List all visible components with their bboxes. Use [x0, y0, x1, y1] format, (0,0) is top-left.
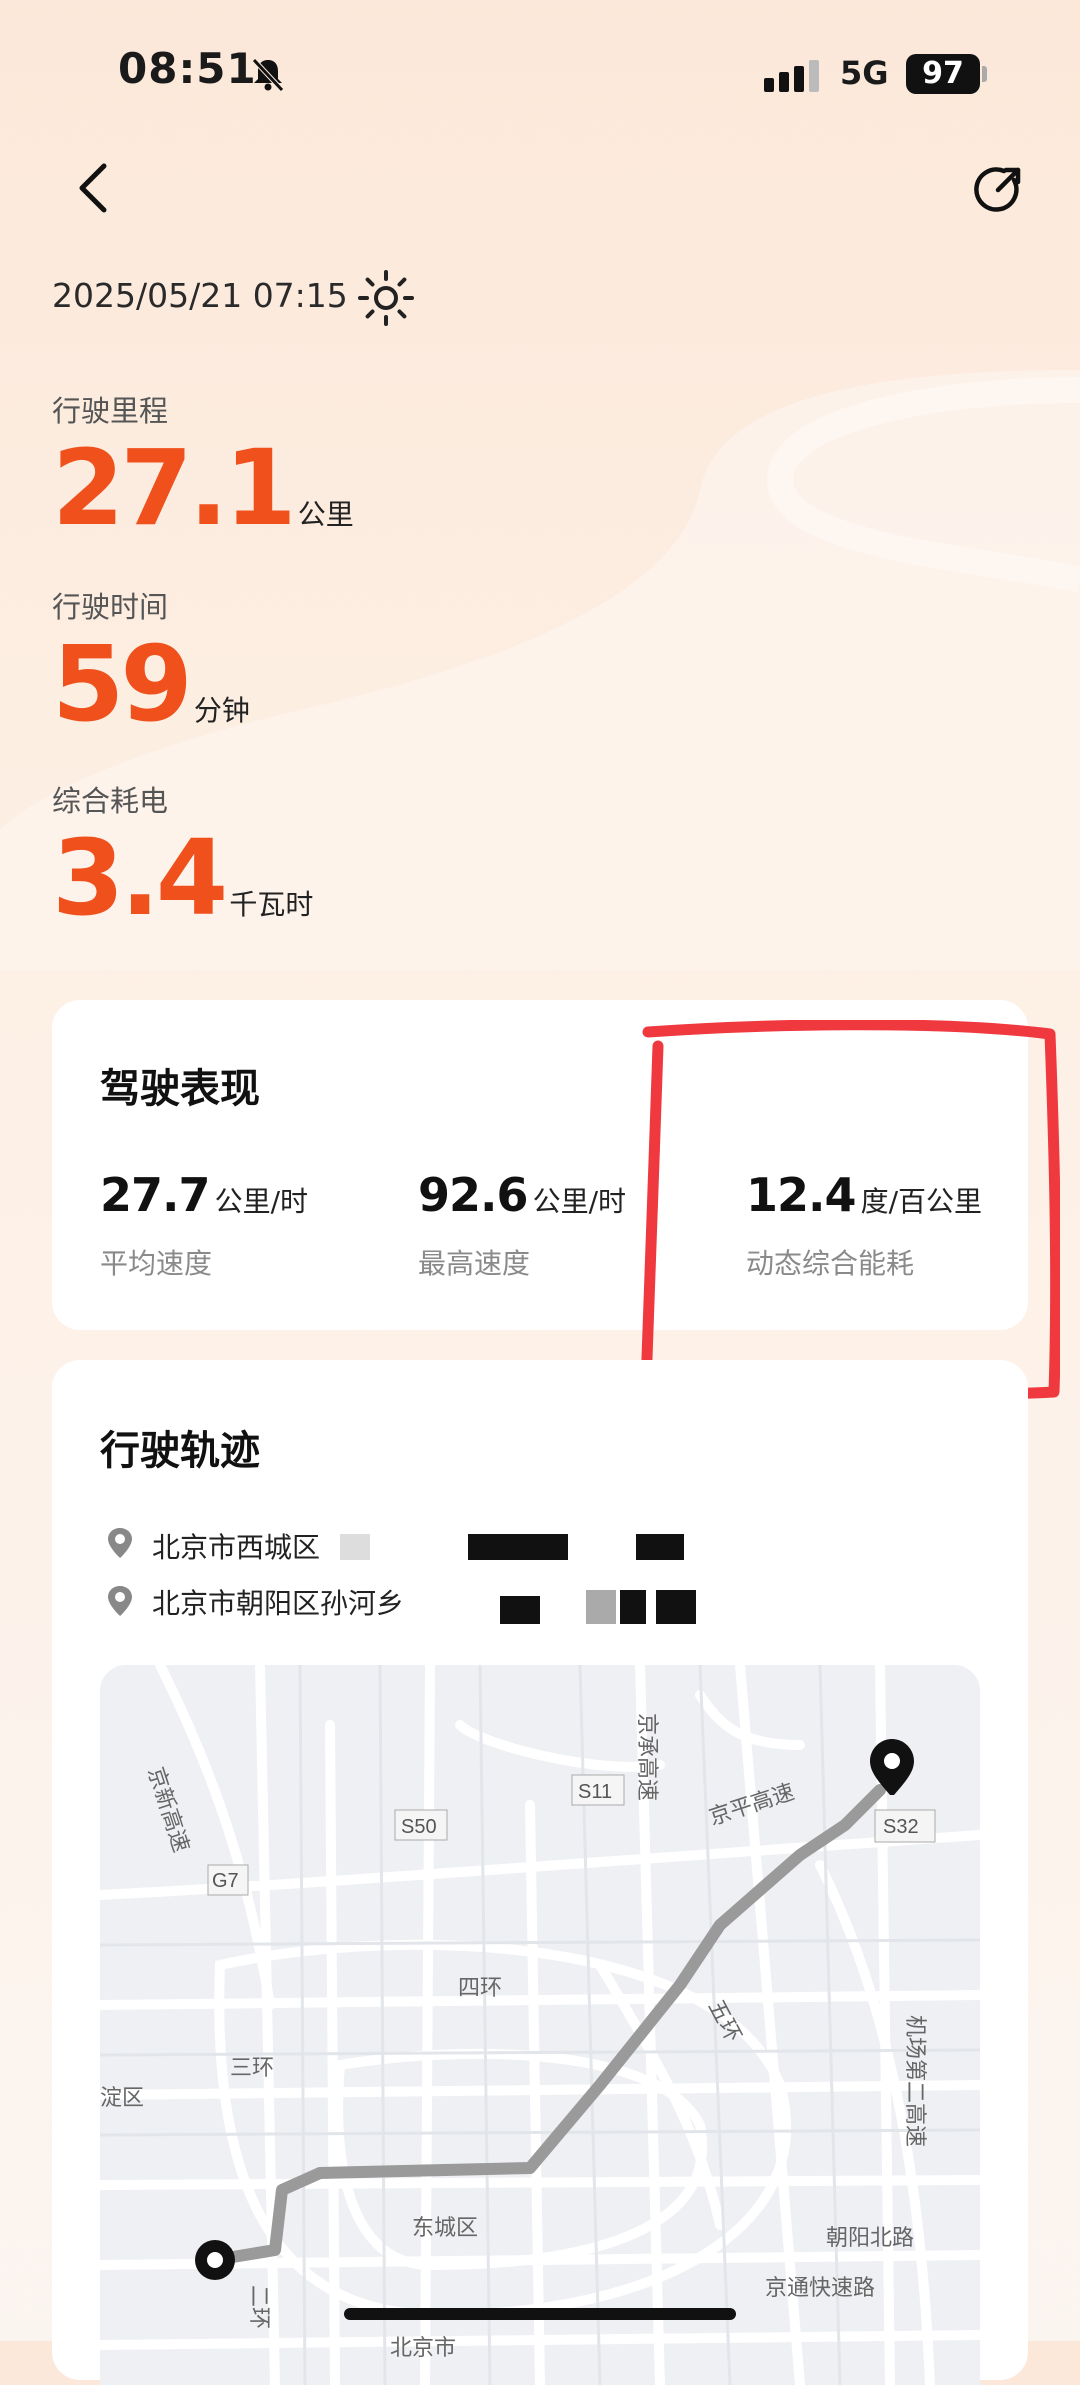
- max-speed-label: 最高速度: [418, 1247, 531, 1280]
- mileage-label: 行驶里程: [52, 394, 169, 428]
- energy-unit: 千瓦时: [229, 888, 314, 921]
- mileage-stat: 27.1 公里: [52, 436, 354, 540]
- map-label-sanhuan: 三环: [230, 2055, 274, 2080]
- redaction-block: [340, 1534, 370, 1560]
- map-label-s50: S50: [401, 1816, 437, 1838]
- mileage-value: 27.1: [52, 427, 297, 549]
- duration-stat: 59 分钟: [52, 632, 250, 736]
- map-label-jingtong: 京通快速路: [765, 2275, 875, 2300]
- max-speed-metric: 92.6 公里/时: [418, 1168, 626, 1222]
- map-label-airport2: 机场第二高速: [903, 2015, 928, 2147]
- network-type: 5G: [840, 54, 889, 92]
- map-label-s11: S11: [578, 1781, 612, 1803]
- back-icon[interactable]: [70, 160, 118, 216]
- energy-stat: 3.4 千瓦时: [52, 826, 313, 930]
- route-map[interactable]: G7 S50 S11 S32 四环 三环 淀区 东城区 朝阳北路 京通快速路 北…: [100, 1665, 980, 2385]
- energy-label: 综合耗电: [52, 784, 169, 818]
- map-label-beijing: 北京市: [390, 2335, 456, 2360]
- home-indicator[interactable]: [344, 2308, 736, 2320]
- share-icon[interactable]: [970, 162, 1026, 218]
- bell-muted-icon: [252, 58, 284, 92]
- max-speed-unit: 公里/时: [532, 1185, 627, 1218]
- end-address: 北京市朝阳区孙河乡: [152, 1587, 405, 1620]
- map-label-chaoyang-north: 朝阳北路: [826, 2225, 914, 2250]
- energy-value: 3.4: [52, 817, 228, 939]
- signal-icon: [764, 60, 819, 92]
- track-title: 行驶轨迹: [100, 1428, 260, 1474]
- map-label-erhuan: 二环: [247, 2285, 272, 2329]
- map-label-s32: S32: [883, 1816, 919, 1838]
- map-label-sihuan: 四环: [458, 1975, 502, 2000]
- battery-level: 97: [906, 54, 980, 94]
- duration-value: 59: [52, 623, 193, 745]
- avg-speed-metric: 27.7 公里/时: [100, 1168, 308, 1222]
- map-label-haidian: 淀区: [100, 2085, 144, 2110]
- status-time: 08:51: [118, 44, 257, 93]
- avg-speed-label: 平均速度: [100, 1247, 213, 1280]
- map-label-jingcheng: 京承高速: [635, 1713, 660, 1801]
- performance-title: 驾驶表现: [100, 1066, 260, 1112]
- duration-unit: 分钟: [193, 694, 250, 727]
- start-location-pin-icon: [108, 1528, 132, 1558]
- redaction-block: [468, 1534, 568, 1560]
- start-address: 北京市西城区: [152, 1531, 321, 1564]
- end-location-pin-icon: [108, 1586, 132, 1616]
- max-speed-value: 92.6: [418, 1168, 528, 1222]
- mileage-unit: 公里: [297, 498, 354, 531]
- red-annotation-box: [640, 1020, 1060, 1400]
- sun-icon: [358, 270, 414, 326]
- duration-label: 行驶时间: [52, 590, 169, 624]
- map-label-g7: G7: [212, 1870, 239, 1892]
- avg-speed-unit: 公里/时: [214, 1185, 309, 1218]
- redaction-block: [636, 1534, 684, 1560]
- redaction-block: [490, 1590, 720, 1624]
- avg-speed-value: 27.7: [100, 1168, 210, 1222]
- battery-tip: [982, 66, 987, 82]
- map-label-dongcheng: 东城区: [412, 2215, 478, 2240]
- trip-datetime: 2025/05/21 07:15: [52, 276, 348, 315]
